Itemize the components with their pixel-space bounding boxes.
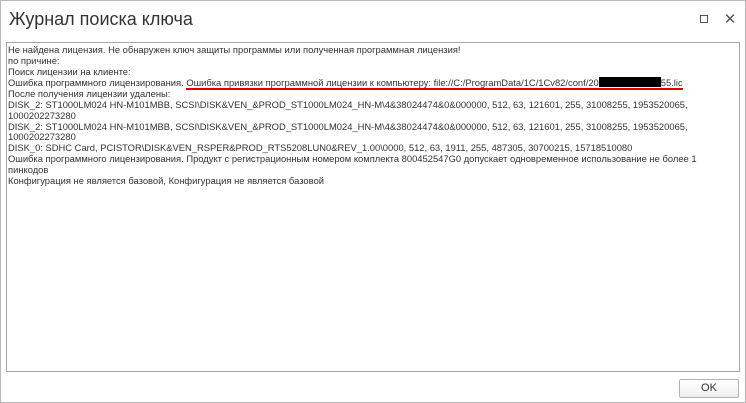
log-line: Конфигурация не является базовой, Конфиг…	[8, 174, 324, 186]
dialog-title: Журнал поиска ключа	[9, 9, 193, 29]
maximize-icon	[700, 15, 708, 23]
close-icon: ✕	[723, 10, 737, 28]
close-button[interactable]: ✕	[721, 10, 739, 28]
highlighted-binding-error: Ошибка привязки программной лицензии к к…	[186, 77, 683, 91]
maximize-button[interactable]	[695, 10, 713, 28]
log-content: Не найдена лицензия. Не обнаружен ключ з…	[8, 44, 728, 186]
log-line: Не найдена лицензия. Не обнаружен ключ з…	[8, 44, 461, 55]
log-line: по причине:	[8, 54, 60, 66]
license-file-path-end: 55.lic	[660, 77, 683, 89]
key-search-log-dialog: Журнал поиска ключа ✕ Не найдена лицензи…	[0, 0, 746, 403]
log-text-area[interactable]: Не найдена лицензия. Не обнаружен ключ з…	[6, 42, 740, 372]
log-line: Поиск лицензии на клиенте:	[8, 65, 131, 77]
redacted-block	[598, 77, 661, 88]
log-line: Ошибка программного лицензирования. Прод…	[8, 152, 697, 175]
log-line-prefix: Ошибка программного лицензирования.	[8, 77, 187, 89]
log-line: DISK_2: ST1000LM024 HN-M101MBB, SCSI\DIS…	[8, 120, 688, 143]
log-line: DISK_2: ST1000LM024 HN-M101MBB, SCSI\DIS…	[8, 98, 688, 121]
title-bar[interactable]: Журнал поиска ключа ✕	[1, 1, 745, 39]
license-file-path-start: Ошибка привязки программной лицензии к к…	[186, 77, 599, 89]
ok-button[interactable]: OK	[679, 379, 739, 398]
